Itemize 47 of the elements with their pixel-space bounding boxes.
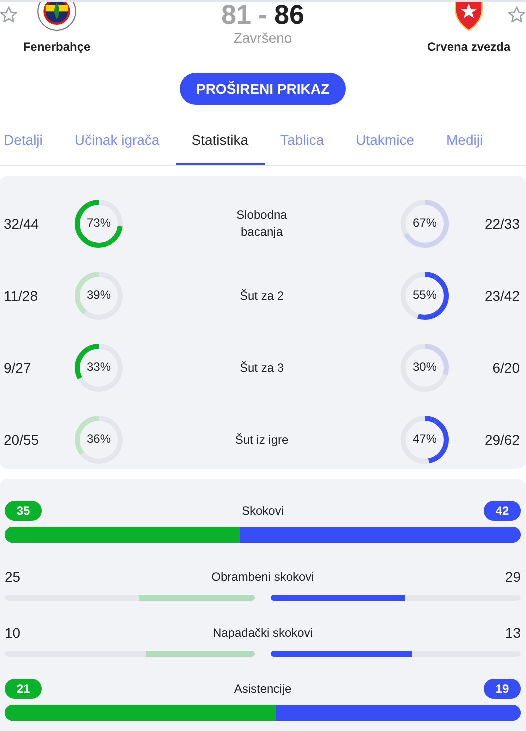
away-value-badge: 19 xyxy=(484,679,521,699)
star-icon[interactable] xyxy=(0,6,18,24)
tab[interactable]: Učinak igrača xyxy=(74,131,176,165)
tab[interactable]: Statistika xyxy=(176,131,265,165)
stat-label: Šut za 3 xyxy=(238,360,286,376)
stat-value: 6/20 xyxy=(492,360,520,376)
stat-value: 13 xyxy=(505,625,521,641)
stat-value: 22/33 xyxy=(484,216,520,232)
percent-label: 67% xyxy=(412,216,438,230)
percent-label: 39% xyxy=(86,288,112,302)
home-score: 81 xyxy=(221,2,252,28)
tab[interactable]: Utakmice xyxy=(356,131,430,165)
stat-value: 29/62 xyxy=(484,432,520,448)
percent-label: 73% xyxy=(86,216,112,230)
stat-label: Obrambeni skokovi xyxy=(212,570,314,584)
stat-value: 25 xyxy=(5,569,21,585)
team-name: Crvena zvezda xyxy=(427,40,511,54)
percent-label: 47% xyxy=(412,432,438,446)
stat-label: Asistencije xyxy=(234,682,292,696)
away-score: 86 xyxy=(274,2,305,28)
tab[interactable]: Tablica xyxy=(280,131,340,165)
stat-value: 20/55 xyxy=(4,432,40,448)
percent-label: 30% xyxy=(412,360,438,374)
stat-value: 11/28 xyxy=(4,288,39,304)
expand-button[interactable]: PROŠIRENI PRIKAZ xyxy=(180,73,346,105)
stat-label: Šut iz igre xyxy=(234,432,290,448)
stat-value: 9/27 xyxy=(4,360,32,376)
stat-value: 23/42 xyxy=(484,288,520,304)
percent-label: 36% xyxy=(86,432,112,446)
match-status: Završeno xyxy=(234,30,292,46)
stat-label: Skokovi xyxy=(242,504,284,518)
tab[interactable]: Detalji xyxy=(4,131,59,165)
home-value-badge: 21 xyxy=(5,679,42,699)
star-icon[interactable] xyxy=(508,6,526,24)
percent-label: 55% xyxy=(412,288,438,302)
stat-value: 32/44 xyxy=(4,216,40,232)
away-value-badge: 42 xyxy=(484,501,521,521)
stat-label: Napadački skokovi xyxy=(212,626,314,640)
stat-label: Šut za 2 xyxy=(238,288,286,304)
percent-label: 33% xyxy=(86,360,112,374)
home-value-badge: 35 xyxy=(5,501,42,521)
score-separator: - xyxy=(258,2,268,28)
stat-value: 10 xyxy=(5,625,21,641)
stat-value: 29 xyxy=(505,569,521,585)
tab[interactable]: Mediji xyxy=(446,131,500,165)
team-name: Fenerbahçe xyxy=(23,40,91,54)
stat-label: Slobodna bacanja xyxy=(236,207,288,241)
